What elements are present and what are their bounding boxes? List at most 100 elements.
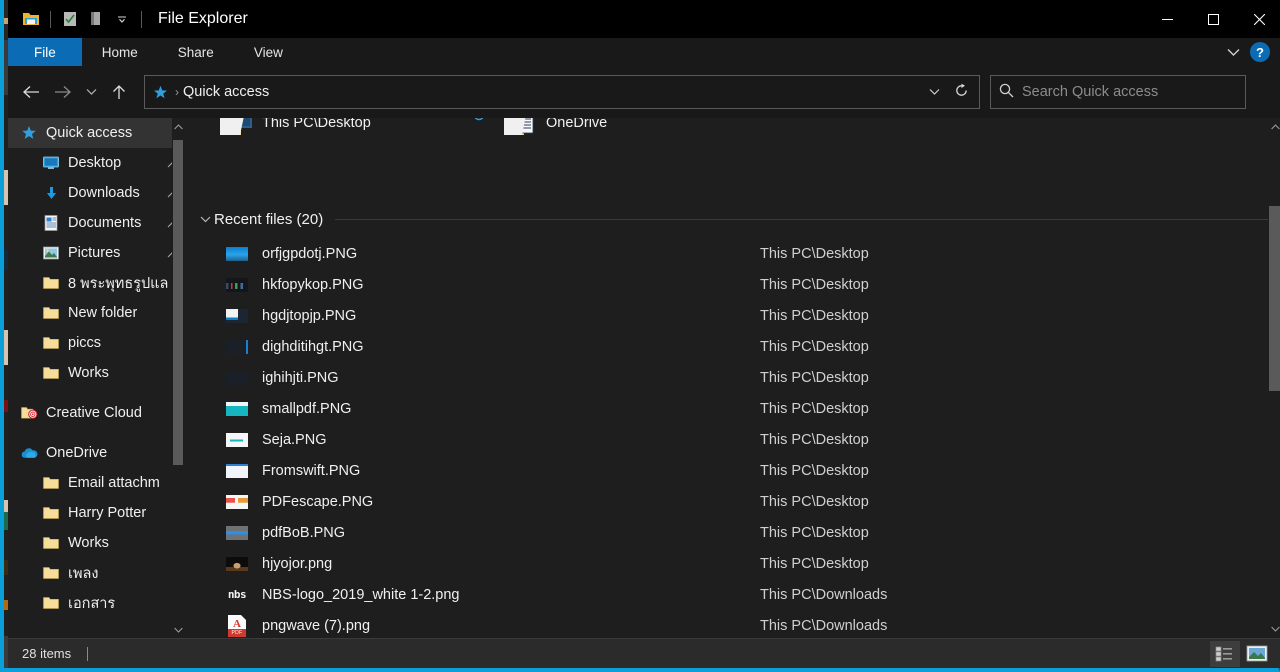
sidebar-item-works[interactable]: Works [8, 528, 184, 558]
file-name: hjyojor.png [262, 555, 333, 572]
file-row[interactable]: smallpdf.PNG This PC\Desktop [184, 393, 1268, 424]
file-row[interactable]: hgdjtopjp.PNG This PC\Desktop [184, 300, 1268, 331]
maximize-button[interactable] [1190, 0, 1236, 38]
tab-share[interactable]: Share [158, 38, 234, 66]
large-icons-view-icon[interactable] [1242, 641, 1272, 667]
tab-file[interactable]: File [8, 38, 82, 66]
file-name: orfjgpdotj.PNG [262, 245, 358, 262]
sidebar-item-creative-cloud[interactable]: Creative Cloud [8, 398, 184, 428]
close-button[interactable] [1236, 0, 1280, 38]
frequent-folder-item[interactable]: OneDrive [474, 118, 786, 140]
sidebar-item-label: OneDrive [46, 445, 108, 461]
sidebar-item-onedrive[interactable]: OneDrive [8, 438, 184, 468]
nav-scroll-up-icon[interactable] [172, 118, 184, 135]
sidebar-item-email-attachm[interactable]: Email attachm [8, 468, 184, 498]
customize-chevron-icon[interactable] [109, 6, 135, 32]
tab-view[interactable]: View [234, 38, 303, 66]
search-box[interactable] [990, 75, 1246, 109]
documents-icon [42, 214, 60, 232]
forward-button[interactable] [48, 77, 78, 107]
sidebar-item-label: Creative Cloud [46, 405, 142, 421]
file-path: This PC\Downloads [760, 617, 888, 634]
address-bar-row: › Quick access [8, 66, 1280, 118]
breadcrumb-path[interactable]: Quick access [183, 84, 269, 100]
sidebar-item-label: Works [68, 365, 109, 381]
sidebar-item-downloads[interactable]: Downloads [8, 178, 184, 208]
file-row[interactable]: orfjgpdotj.PNG This PC\Desktop [184, 238, 1268, 269]
file-row[interactable]: A PDF pngwave (7).png This PC\Downloads [184, 610, 1268, 638]
file-name: Seja.PNG [262, 431, 327, 448]
star-icon [149, 85, 171, 100]
sidebar-item-documents[interactable]: Documents [8, 208, 184, 238]
sidebar-item-label: เพลง [68, 565, 99, 582]
address-bar[interactable]: › Quick access [144, 75, 980, 109]
file-row[interactable]: PDFescape.PNG This PC\Desktop [184, 486, 1268, 517]
sidebar-item-harry-potter[interactable]: Harry Potter [8, 498, 184, 528]
file-row[interactable]: hkfopykop.PNG This PC\Desktop [184, 269, 1268, 300]
sidebar-item-pictures[interactable]: Pictures [8, 238, 184, 268]
content-scroll-up-icon[interactable] [1268, 118, 1280, 136]
creative-cloud-icon [20, 404, 38, 422]
nav-scrollbar-thumb[interactable] [173, 140, 183, 465]
file-path: This PC\Desktop [760, 338, 869, 355]
file-row[interactable]: Seja.PNG This PC\Desktop [184, 424, 1268, 455]
sidebar-item-new-folder[interactable]: New folder [8, 298, 184, 328]
file-row[interactable]: hjyojor.png This PC\Desktop [184, 548, 1268, 579]
file-thumbnail-icon [224, 525, 250, 540]
sidebar-item-8[interactable]: 8 พระพุทธรูปแล [8, 268, 184, 298]
content-scrollbar-thumb[interactable] [1269, 206, 1280, 391]
downloads-icon [42, 184, 60, 202]
file-path: This PC\Desktop [760, 493, 869, 510]
content-scrollbar[interactable] [1268, 118, 1280, 638]
desktop-icon [42, 154, 60, 172]
file-path: This PC\Desktop [760, 524, 869, 541]
tab-home[interactable]: Home [82, 38, 158, 66]
explorer-icon[interactable] [18, 6, 44, 32]
file-row[interactable]: ighihjti.PNG This PC\Desktop [184, 362, 1268, 393]
file-name: pngwave (7).png [262, 617, 371, 634]
frequent-folder-label: OneDrive [546, 118, 608, 131]
file-row[interactable]: dighditihgt.PNG This PC\Desktop [184, 331, 1268, 362]
navigation-tree: Quick access Desktop Downloads Documents Pic… [8, 118, 184, 618]
view-mode-buttons [1210, 640, 1280, 667]
sidebar-item-piccs[interactable]: piccs [8, 328, 184, 358]
file-name: hkfopykop.PNG [262, 276, 364, 293]
search-input[interactable] [1022, 84, 1237, 100]
nav-scroll-down-icon[interactable] [172, 621, 184, 638]
file-name: NBS-logo_2019_white 1-2.png [262, 586, 460, 603]
sidebar-item-label: New folder [68, 305, 138, 321]
status-divider [87, 646, 89, 661]
recent-locations-icon[interactable] [80, 77, 102, 107]
file-row[interactable]: pdfBoB.PNG This PC\Desktop [184, 517, 1268, 548]
chevron-down-icon[interactable] [196, 216, 214, 223]
up-button[interactable] [104, 77, 134, 107]
sidebar-item-quick-access[interactable]: Quick access [8, 118, 184, 148]
search-icon [999, 83, 1014, 101]
sidebar-item-[interactable]: เพลง [8, 558, 184, 588]
address-dropdown-icon[interactable] [921, 85, 947, 99]
qat-divider-2 [141, 10, 142, 28]
file-thumbnail-icon [224, 494, 250, 509]
sidebar-item-label: Works [68, 535, 109, 551]
navigation-scrollbar[interactable] [172, 118, 184, 638]
minimize-button[interactable] [1144, 0, 1190, 38]
file-name: smallpdf.PNG [262, 400, 352, 417]
new-folder-icon[interactable] [83, 6, 109, 32]
details-view-icon[interactable] [1210, 640, 1240, 667]
content-scroll-down-icon[interactable] [1268, 620, 1280, 638]
file-name: Fromswift.PNG [262, 462, 361, 479]
folder-icon [42, 364, 60, 382]
back-button[interactable] [16, 77, 46, 107]
sidebar-item-desktop[interactable]: Desktop [8, 148, 184, 178]
sidebar-item-[interactable]: เอกสาร [8, 588, 184, 618]
refresh-icon[interactable] [947, 83, 975, 102]
frequent-folder-item[interactable]: This PC\Desktop [218, 118, 502, 140]
file-row[interactable]: nbs NBS-logo_2019_white 1-2.png This PC\Do… [184, 579, 1268, 610]
help-icon[interactable]: ? [1250, 42, 1270, 62]
file-row[interactable]: Fromswift.PNG This PC\Desktop [184, 455, 1268, 486]
recent-files-group-header[interactable]: Recent files (20) [184, 206, 1268, 232]
properties-icon[interactable] [57, 6, 83, 32]
chevron-down-icon[interactable] [1220, 40, 1246, 64]
sidebar-item-works[interactable]: Works [8, 358, 184, 388]
